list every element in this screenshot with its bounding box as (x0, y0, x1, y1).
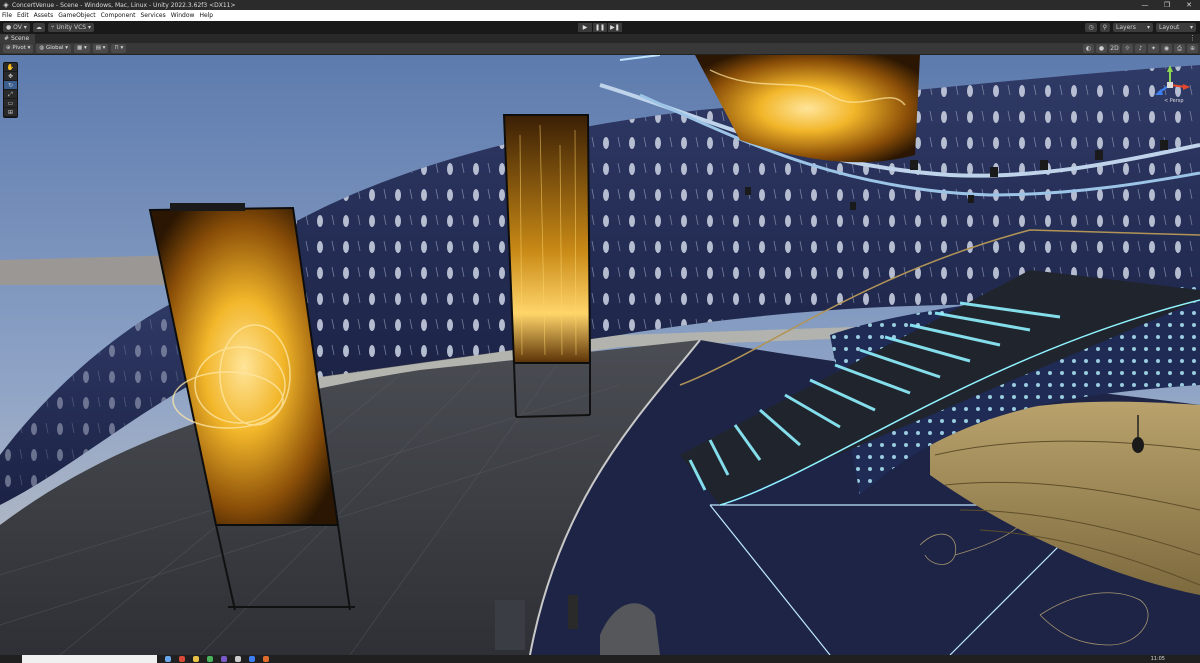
snap-settings-button[interactable]: ⊓ ▾ (111, 44, 127, 53)
scene-render (0, 55, 1200, 655)
toolbar-right: ◷ ⚲ Layers ▾ Layout ▾ (1082, 23, 1196, 32)
pivot-dropdown[interactable]: ⊕ Pivot ▾ (3, 44, 34, 53)
scene-view-options: ◐ ● 2D ☼ ♪ ✦ ◉ ⎙ ⊕ (1081, 44, 1198, 53)
lighting-icon[interactable]: ☼ (1122, 44, 1133, 53)
vcs-button[interactable]: ⑂ Unity VCS ▾ (47, 23, 95, 32)
grid-snap-button[interactable]: ▦ ▾ (74, 44, 90, 53)
app-icon[interactable] (249, 656, 255, 662)
main-toolbar: ● OV ▾ ☁ ⑂ Unity VCS ▾ ▶ ❚❚ ▶❚ ◷ ⚲ Layer… (0, 21, 1200, 34)
kebab-menu-icon[interactable]: ⋮ (1189, 34, 1196, 43)
cloud-icon: ☁ (35, 24, 42, 31)
scene-viewport[interactable] (0, 55, 1200, 655)
speaker-prop (495, 600, 525, 650)
app-icon[interactable] (193, 656, 199, 662)
history-icon: ◷ (1088, 24, 1094, 31)
hidden-objects-icon[interactable]: ◉ (1161, 44, 1172, 53)
move-tool-icon[interactable]: ✥ (4, 72, 17, 81)
scale-tool-icon[interactable]: ⤢ (4, 90, 17, 99)
global-dropdown[interactable]: ◍ Global ▾ (36, 44, 72, 53)
menu-window[interactable]: Window (171, 12, 195, 19)
menu-gameobject[interactable]: GameObject (58, 12, 95, 19)
search-icon: ⚲ (1102, 24, 1107, 31)
layout-label: Layout (1159, 24, 1180, 31)
unity-logo-icon: ◈ (3, 1, 9, 9)
app-icon[interactable] (235, 656, 241, 662)
maximize-button[interactable]: ❐ (1156, 0, 1178, 10)
play-controls: ▶ ❚❚ ▶❚ (578, 23, 623, 32)
title-bar: ◈ ConcertVenue - Scene - Windows, Mac, L… (0, 0, 1200, 10)
magnet-icon: ⊓ ▾ (114, 45, 124, 51)
chevron-down-icon: ▾ (21, 24, 27, 31)
app-icon[interactable] (263, 656, 269, 662)
chevron-down-icon: ▾ (86, 24, 92, 31)
menu-component[interactable]: Component (101, 12, 136, 19)
transform-tool-icon[interactable]: ⊞ (4, 108, 17, 117)
chevron-down-icon: ▾ (1146, 24, 1150, 31)
app-icon[interactable] (179, 656, 185, 662)
draw-mode-icon[interactable]: ◐ (1083, 44, 1094, 53)
app-icon[interactable] (221, 656, 227, 662)
menu-services[interactable]: Services (140, 12, 165, 19)
rotate-tool-icon[interactable]: ↻ (4, 81, 17, 90)
minimize-button[interactable]: — (1134, 0, 1156, 10)
snap-icon: ▤ ▾ (95, 45, 106, 51)
window-title: ConcertVenue - Scene - Windows, Mac, Lin… (12, 1, 236, 9)
taskbar-clock: 11:05 (1150, 656, 1165, 662)
layers-dropdown[interactable]: Layers ▾ (1113, 23, 1153, 32)
grid-icon: ▦ ▾ (77, 45, 87, 51)
window-controls: — ❐ ✕ (1134, 0, 1200, 10)
pause-icon[interactable]: ❚❚ (593, 23, 607, 32)
account-button[interactable]: ● OV ▾ (3, 23, 30, 32)
pivot-label: Pivot (12, 45, 26, 51)
tab-scene[interactable]: # Scene (0, 34, 36, 43)
snap-increment-button[interactable]: ▤ ▾ (92, 44, 109, 53)
close-button[interactable]: ✕ (1178, 0, 1200, 10)
projection-label[interactable]: < Persp (1164, 98, 1184, 104)
effects-icon[interactable]: ✦ (1148, 44, 1159, 53)
layout-dropdown[interactable]: Layout ▾ (1156, 23, 1196, 32)
scene-tool-palette: ✋ ✥ ↻ ⤢ ▭ ⊞ (3, 62, 18, 118)
app-icon[interactable] (207, 656, 213, 662)
chevron-down-icon: ▾ (1189, 24, 1193, 31)
scene-toolbar: ⊕ Pivot ▾ ◍ Global ▾ ▦ ▾ ▤ ▾ ⊓ ▾ ◐ ● 2D … (0, 43, 1200, 55)
scene-tab-strip: # Scene ⋮ (0, 34, 1200, 43)
gizmos-icon[interactable]: ⊕ (1187, 44, 1198, 53)
chevron-down-icon: ▾ (63, 45, 69, 51)
audio-icon[interactable]: ♪ (1135, 44, 1146, 53)
camera-icon[interactable]: ⎙ (1174, 44, 1185, 53)
os-taskbar: 11:05 (0, 655, 1200, 663)
menu-bar: File Edit Assets GameObject Component Se… (0, 10, 1200, 21)
hand-tool-icon[interactable]: ✋ (4, 63, 17, 72)
rect-tool-icon[interactable]: ▭ (4, 99, 17, 108)
menu-edit[interactable]: Edit (17, 12, 29, 19)
app-icon[interactable] (165, 656, 171, 662)
layers-label: Layers (1116, 24, 1136, 31)
mode-2d-button[interactable]: 2D (1109, 44, 1120, 53)
menu-assets[interactable]: Assets (34, 12, 54, 19)
menu-help[interactable]: Help (199, 12, 213, 19)
chevron-down-icon: ▾ (25, 45, 31, 51)
shading-icon[interactable]: ● (1096, 44, 1107, 53)
tab-scene-label: Scene (10, 35, 30, 42)
step-icon[interactable]: ▶❚ (608, 23, 622, 32)
account-icon: ● (6, 24, 14, 31)
scene-icon: # (4, 35, 11, 42)
play-icon[interactable]: ▶ (578, 23, 592, 32)
menu-file[interactable]: File (2, 12, 12, 19)
history-button[interactable]: ◷ (1085, 23, 1097, 32)
global-label: Global (45, 45, 64, 51)
vcs-label: Unity VCS (56, 24, 87, 31)
distant-ground (0, 255, 180, 285)
account-label: OV (13, 24, 22, 31)
search-button[interactable]: ⚲ (1099, 23, 1110, 32)
cloud-button[interactable]: ☁ (32, 23, 45, 32)
taskbar-search[interactable] (22, 655, 157, 663)
